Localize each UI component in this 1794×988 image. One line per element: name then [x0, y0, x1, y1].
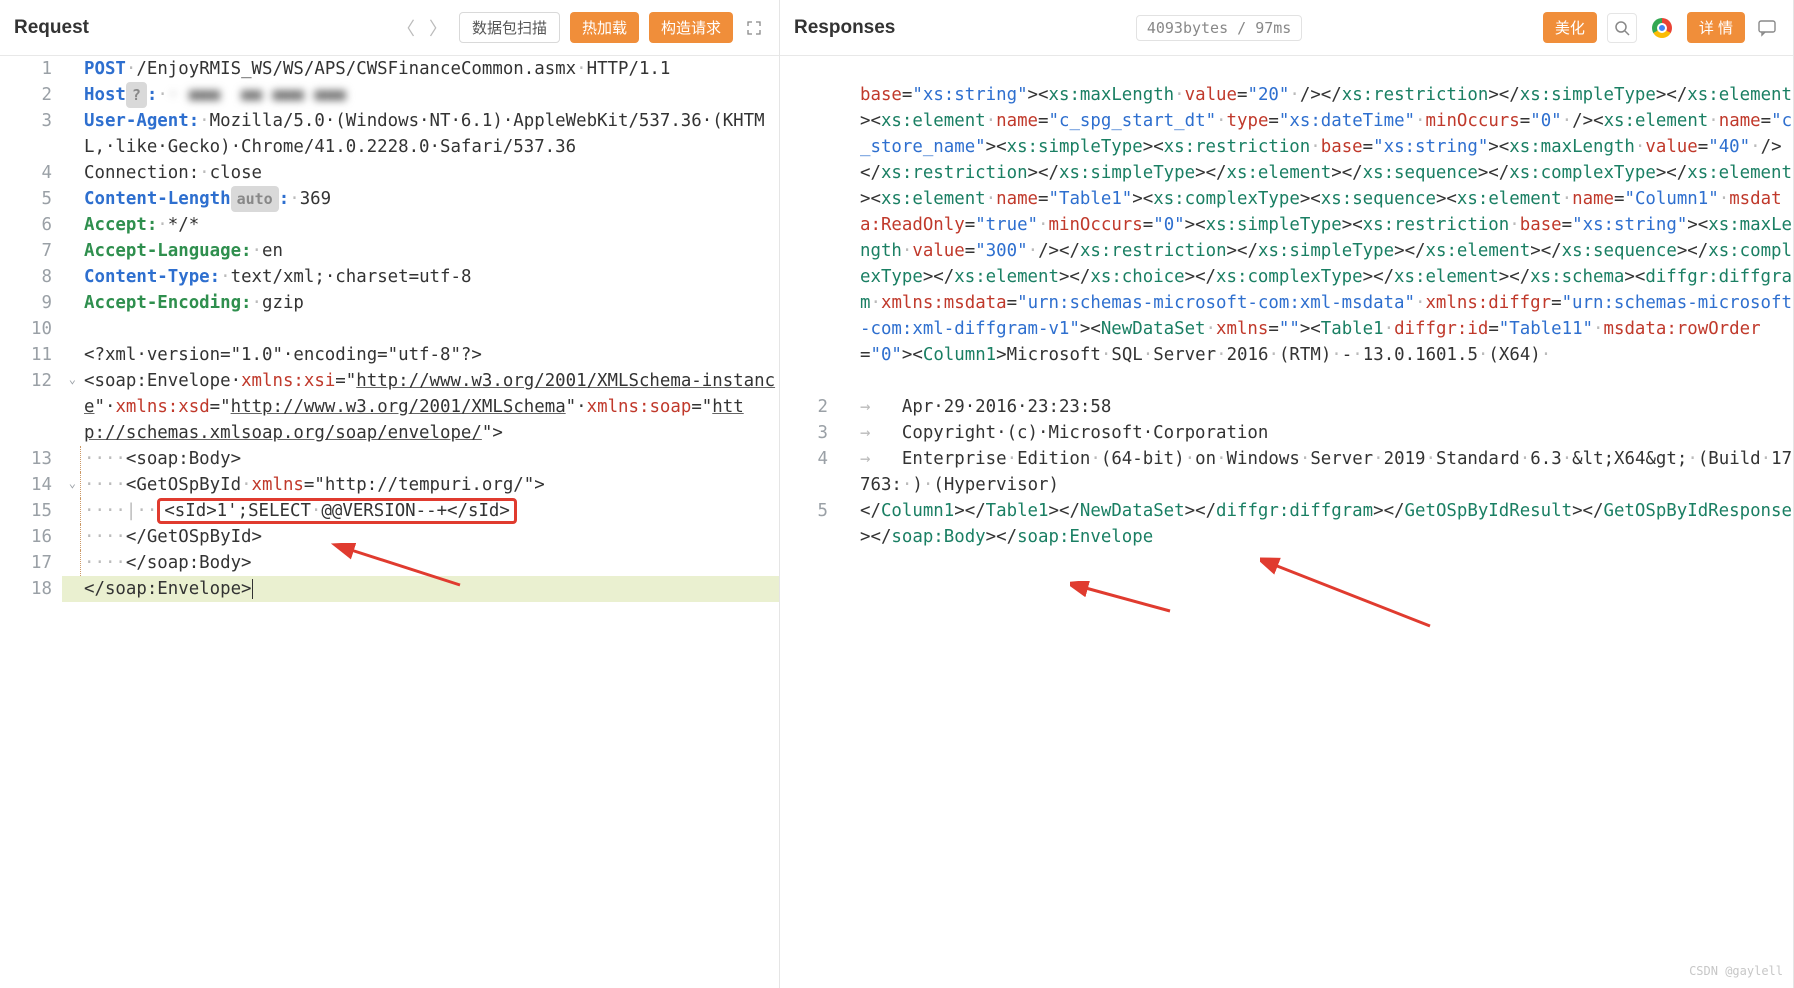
sql-injection-highlight: <sId>1';SELECT·@@VERSION--+</sId>	[157, 498, 517, 524]
response-panel: Responses 4093bytes / 97ms 美化 详 情 base="…	[780, 0, 1794, 988]
line-number: 12⌄	[0, 368, 62, 394]
line-number: 18	[0, 576, 62, 602]
scan-packet-button[interactable]: 数据包扫描	[459, 12, 560, 43]
line-number: 7	[0, 238, 62, 264]
line-number: 9	[0, 290, 62, 316]
beautify-button[interactable]: 美化	[1543, 12, 1597, 43]
line-number: 14⌄	[0, 472, 62, 498]
line-number: 16	[0, 524, 62, 550]
nav-prev-icon[interactable]: 〈	[395, 13, 417, 43]
line-number: 1	[0, 56, 62, 82]
annotation-arrow-icon	[1260, 556, 1440, 636]
hotload-button[interactable]: 热加载	[570, 12, 639, 43]
chat-icon[interactable]	[1755, 16, 1779, 40]
line-number: 5	[780, 498, 838, 524]
line-number: 15	[0, 498, 62, 524]
auto-len-pill: auto	[231, 186, 279, 212]
line-number: 17	[0, 550, 62, 576]
line-number: 11	[0, 342, 62, 368]
request-panel: Request 〈 〉 数据包扫描 热加载 构造请求 1 POST·/Enjoy…	[0, 0, 780, 988]
line-number: 3	[780, 420, 838, 446]
cursor-line: </soap:Envelope>	[62, 576, 779, 602]
line-number: 8	[0, 264, 62, 290]
fullscreen-icon[interactable]	[743, 17, 765, 39]
request-header: Request 〈 〉 数据包扫描 热加载 构造请求	[0, 0, 779, 56]
line-number: 2	[780, 394, 838, 420]
line-number: 3	[0, 108, 62, 134]
line-number: 2	[0, 82, 62, 108]
detail-button[interactable]: 详 情	[1687, 12, 1745, 43]
watermark: CSDN @gaylell	[1689, 958, 1783, 984]
line-number: 5	[0, 186, 62, 212]
chrome-icon[interactable]	[1647, 13, 1677, 43]
nav-next-icon[interactable]: 〉	[427, 13, 449, 43]
line-number: 4	[0, 160, 62, 186]
build-request-button[interactable]: 构造请求	[649, 12, 733, 43]
search-icon[interactable]	[1607, 13, 1637, 43]
line-number: 6	[0, 212, 62, 238]
response-editor[interactable]: base="xs:string"><xs:maxLength·value="20…	[780, 56, 1793, 988]
line-number: 13	[0, 446, 62, 472]
request-title: Request	[14, 17, 89, 39]
redacted-host: · ■■■ ■■ ■■■ ■■■	[168, 85, 346, 105]
host-hint-pill: ?	[126, 82, 147, 108]
response-header: Responses 4093bytes / 97ms 美化 详 情	[780, 0, 1793, 56]
request-editor[interactable]: 1 POST·/EnjoyRMIS_WS/WS/APS/CWSFinanceCo…	[0, 56, 779, 988]
response-title: Responses	[794, 17, 895, 39]
annotation-arrow-icon	[1070, 581, 1180, 621]
fold-icon[interactable]: ⌄	[62, 372, 76, 386]
line-number: 10	[0, 316, 62, 342]
response-meta-badge: 4093bytes / 97ms	[1136, 15, 1303, 41]
line-number: 4	[780, 446, 838, 472]
